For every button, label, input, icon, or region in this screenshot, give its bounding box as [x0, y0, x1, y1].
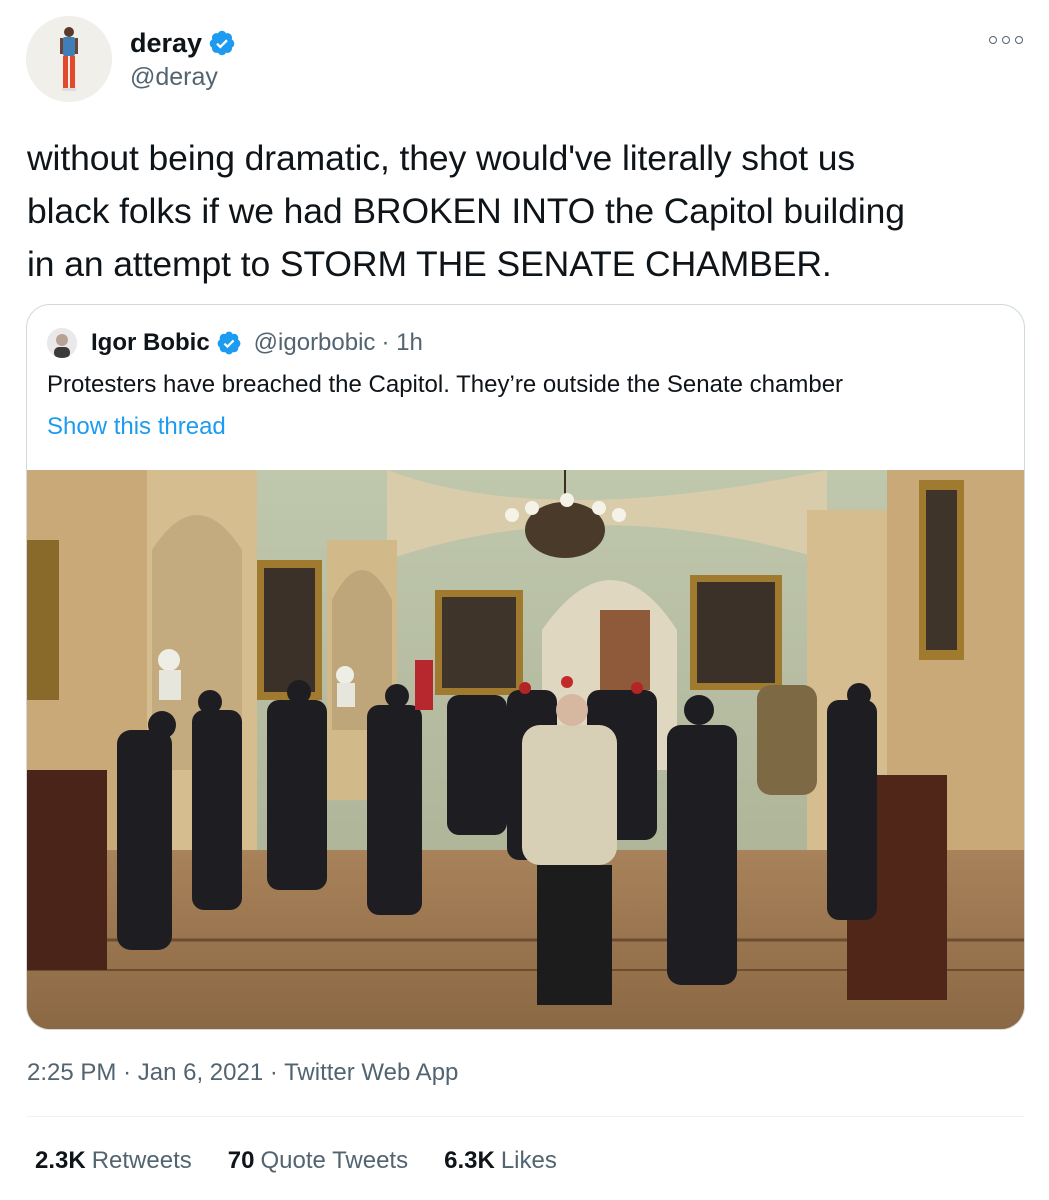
tweet-source[interactable]: Twitter Web App	[284, 1059, 458, 1086]
likes-stat[interactable]: 6.3K Likes	[444, 1144, 557, 1178]
author-name[interactable]: deray	[130, 26, 202, 60]
retweets-label: Retweets	[91, 1147, 192, 1174]
author-name-row: deray	[130, 26, 236, 60]
likes-count: 6.3K	[444, 1147, 495, 1174]
tweet: deray @deray without being dramatic, the…	[0, 0, 1049, 1200]
quoted-tweet-text: Protesters have breached the Capitol. Th…	[47, 371, 844, 398]
tweet-text-line: black folks if we had BROKEN INTO the Ca…	[27, 191, 905, 231]
more-dot-icon	[1002, 36, 1010, 44]
author-handle[interactable]: @deray	[130, 60, 236, 94]
verified-badge-icon	[209, 30, 235, 56]
meta-separator: ·	[123, 1059, 138, 1086]
likes-label: Likes	[500, 1147, 557, 1174]
quoted-tweet-header: Igor Bobic @igorbobic · 1h	[47, 327, 423, 359]
more-dot-icon	[1015, 36, 1023, 44]
quoted-tweet-photo[interactable]	[27, 470, 1024, 1029]
more-dot-icon	[989, 36, 997, 44]
quote-tweets-stat[interactable]: 70 Quote Tweets	[228, 1144, 408, 1178]
meta-separator: ·	[269, 1059, 285, 1086]
tweet-meta: 2:25 PM · Jan 6, 2021 · Twitter Web App	[27, 1056, 458, 1090]
verified-badge-icon	[217, 331, 241, 355]
tweet-stats: 2.3K Retweets 70 Quote Tweets 6.3K Likes	[35, 1144, 593, 1178]
tweet-time[interactable]: 2:25 PM	[27, 1059, 116, 1086]
quoted-tweet-card[interactable]: Igor Bobic @igorbobic · 1h Protesters ha…	[26, 304, 1025, 1030]
more-options-icon[interactable]	[989, 30, 1023, 50]
quoted-tweet-time: · 1h	[381, 329, 423, 356]
tweet-text-line: in an attempt to STORM THE SENATE CHAMBE…	[27, 244, 832, 284]
quote-tweets-count: 70	[227, 1147, 255, 1174]
retweets-count: 2.3K	[35, 1147, 86, 1174]
tweet-date[interactable]: Jan 6, 2021	[138, 1059, 263, 1086]
quote-tweets-label: Quote Tweets	[260, 1147, 409, 1174]
tweet-text-line: without being dramatic, they would've li…	[27, 138, 856, 178]
quoted-author-handle[interactable]: @igorbobic	[254, 329, 376, 357]
retweets-stat[interactable]: 2.3K Retweets	[35, 1144, 192, 1178]
show-thread-link[interactable]: Show this thread	[47, 411, 226, 443]
author-block: deray @deray	[130, 26, 236, 94]
author-avatar[interactable]	[26, 16, 112, 102]
tweet-text: without being dramatic, they would've li…	[27, 132, 1017, 291]
quoted-author-name[interactable]: Igor Bobic	[91, 329, 210, 357]
quoted-author-avatar[interactable]	[47, 328, 77, 358]
divider	[27, 1116, 1024, 1117]
